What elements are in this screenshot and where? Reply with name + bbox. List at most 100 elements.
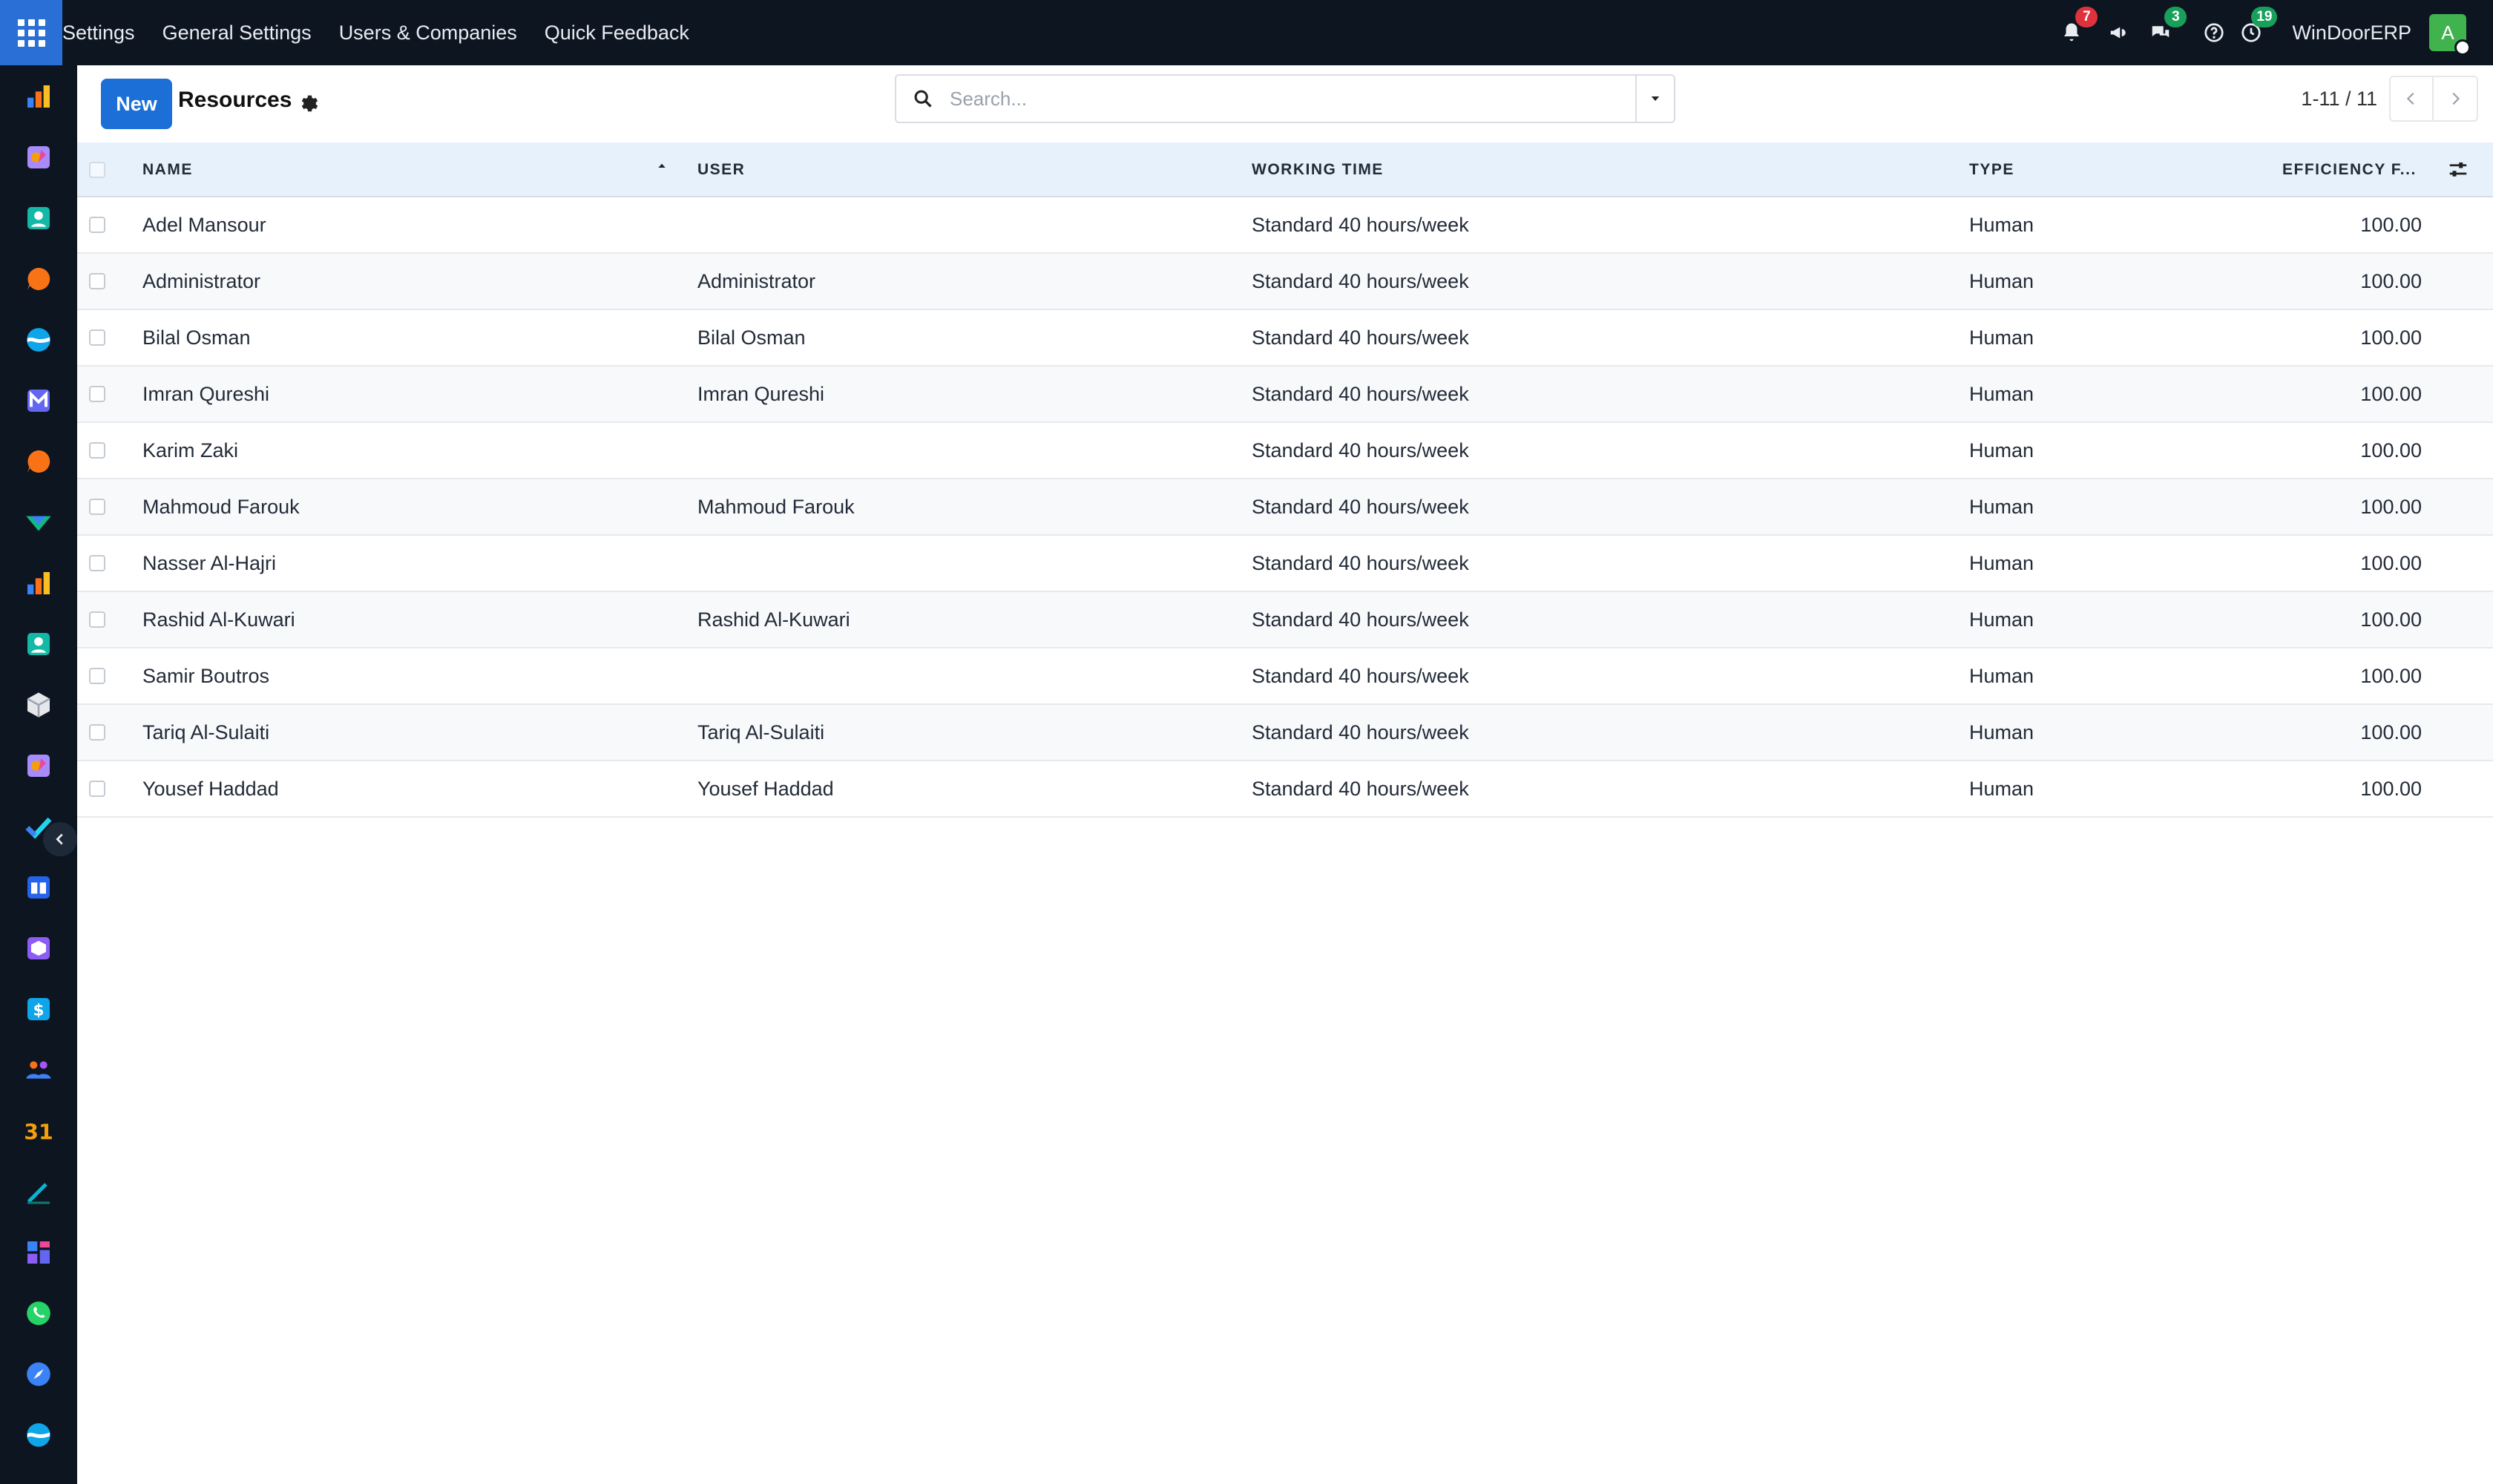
sidebar-app-4[interactable] [24, 264, 53, 294]
optional-columns-toggle[interactable] [2447, 142, 2469, 197]
sidebar-app-17[interactable] [24, 1055, 53, 1085]
paint-icon [27, 755, 50, 777]
cell-type: Human [1969, 664, 2034, 687]
new-button[interactable]: New [101, 79, 172, 129]
menu-general-settings[interactable]: General Settings [162, 22, 312, 45]
table-row[interactable]: Nasser Al-Hajri Standard 40 hours/week Hum… [77, 536, 2493, 592]
company-switcher[interactable]: WinDoorERP [2292, 22, 2411, 45]
cell-type: Human [1969, 777, 2034, 800]
row-checkbox[interactable] [89, 367, 105, 421]
help-icon [2204, 23, 2224, 42]
sidebar-app-8[interactable] [24, 508, 53, 537]
sidebar-app-2[interactable] [24, 142, 53, 172]
cell-user: Yousef Haddad [697, 777, 834, 800]
cell-name: Bilal Osman [142, 326, 251, 349]
row-checkbox[interactable] [89, 254, 105, 309]
cell-working-time: Standard 40 hours/week [1252, 777, 1469, 800]
column-header-name[interactable]: NAME [142, 142, 193, 197]
table-row[interactable]: Bilal Osman Bilal Osman Standard 40 hours/… [77, 310, 2493, 367]
sidebar-app-6[interactable] [24, 386, 53, 416]
presence-dot [2454, 39, 2471, 56]
table-row[interactable]: Rashid Al-Kuwari Rashid Al-Kuwari Standard… [77, 592, 2493, 649]
table-row[interactable]: Mahmoud Farouk Mahmoud Farouk Standard 40 … [77, 479, 2493, 536]
sidebar-app-23[interactable] [24, 1420, 53, 1450]
sidebar-app-9[interactable] [24, 568, 53, 598]
shipping-icon [26, 516, 51, 531]
sidebar-app-15[interactable] [24, 933, 53, 963]
row-checkbox[interactable] [89, 479, 105, 534]
menu-quick-feedback[interactable]: Quick Feedback [545, 22, 689, 45]
top-menu: Settings General Settings Users & Compan… [62, 0, 717, 65]
sidebar-app-21[interactable] [24, 1298, 53, 1328]
cell-type: Human [1969, 269, 2034, 292]
row-checkbox[interactable] [89, 649, 105, 703]
cell-efficiency: 100.00 [2360, 495, 2422, 518]
table-body: Adel Mansour Standard 40 hours/week Human 1… [77, 197, 2493, 818]
row-checkbox[interactable] [89, 310, 105, 365]
cell-working-time: Standard 40 hours/week [1252, 213, 1469, 236]
sidebar-app-13[interactable] [24, 812, 53, 841]
gear-icon[interactable] [297, 92, 319, 114]
cell-user: Administrator [697, 269, 816, 292]
column-header-user[interactable]: USER [697, 142, 745, 197]
help-button[interactable] [2195, 0, 2233, 65]
app-menu-button[interactable] [0, 0, 62, 65]
row-checkbox[interactable] [89, 761, 105, 816]
cell-type: Human [1969, 551, 2034, 574]
row-checkbox[interactable] [89, 197, 105, 252]
sidebar-app-10[interactable] [24, 629, 53, 659]
calendar-icon: 31 [24, 1120, 53, 1145]
cell-name: Adel Mansour [142, 213, 266, 236]
user-avatar[interactable]: A [2429, 14, 2471, 56]
row-checkbox[interactable] [89, 705, 105, 760]
cell-working-time: Standard 40 hours/week [1252, 720, 1469, 743]
sidebar-app-7[interactable] [24, 447, 53, 476]
sidebar-app-5[interactable] [24, 325, 53, 355]
menu-users-companies[interactable]: Users & Companies [339, 22, 517, 45]
pager-previous-button[interactable] [2389, 76, 2434, 122]
chevron-right-icon [2452, 92, 2460, 105]
select-all-checkbox[interactable] [89, 142, 105, 197]
table-row[interactable]: Administrator Administrator Standard 40 ho… [77, 254, 2493, 310]
table-row[interactable]: Adel Mansour Standard 40 hours/week Human 1… [77, 197, 2493, 254]
sort-ascending-icon [658, 163, 666, 168]
timer-button[interactable]: 19 [2233, 0, 2278, 65]
sidebar-app-22[interactable] [24, 1359, 53, 1389]
cell-efficiency: 100.00 [2360, 608, 2422, 631]
sidebar-app-1[interactable] [24, 82, 53, 111]
announcement-button[interactable] [2101, 0, 2138, 65]
cell-name: Karim Zaki [142, 439, 239, 462]
table-row[interactable]: Samir Boutros Standard 40 hours/week Human… [77, 649, 2493, 705]
cell-name: Yousef Haddad [142, 777, 279, 800]
column-header-efficiency[interactable]: EFFICIENCY F... [2282, 142, 2417, 197]
sidebar-app-3[interactable] [24, 203, 53, 233]
sidebar-app-11[interactable] [24, 690, 53, 720]
cell-efficiency: 100.00 [2360, 269, 2422, 292]
row-checkbox[interactable] [89, 592, 105, 647]
menu-settings[interactable]: Settings [62, 22, 135, 45]
sidebar-app-16[interactable]: $ [24, 994, 53, 1024]
table-row[interactable]: Tariq Al-Sulaiti Tariq Al-Sulaiti Standard… [77, 705, 2493, 761]
activity-bell-button[interactable]: 7 [2053, 0, 2098, 65]
search-input[interactable] [950, 87, 1635, 111]
sidebar-app-12[interactable] [24, 751, 53, 781]
apps-grid-icon [17, 19, 45, 47]
column-header-working-time[interactable]: WORKING TIME [1252, 142, 1384, 197]
sidebar-app-14[interactable] [24, 873, 53, 902]
dashboard-icon [27, 1241, 50, 1264]
pager-value[interactable]: 1-11 / 11 [2301, 88, 2377, 111]
row-checkbox[interactable] [89, 423, 105, 478]
sidebar-app-19[interactable] [24, 1177, 53, 1206]
whatsapp-icon [27, 1301, 50, 1325]
column-header-type[interactable]: TYPE [1969, 142, 2014, 197]
sidebar-app-18[interactable]: 31 [24, 1116, 53, 1146]
search-options-toggle[interactable] [1635, 76, 1674, 122]
table-row[interactable]: Karim Zaki Standard 40 hours/week Human 100… [77, 423, 2493, 479]
table-row[interactable]: Imran Qureshi Imran Qureshi Standard 40 ho… [77, 367, 2493, 423]
pager-next-button[interactable] [2434, 76, 2478, 122]
row-checkbox[interactable] [89, 536, 105, 591]
sidebar-app-20[interactable] [24, 1238, 53, 1267]
table-row[interactable]: Yousef Haddad Yousef Haddad Standard 40 ho… [77, 761, 2493, 818]
cell-name: Samir Boutros [142, 664, 270, 687]
messages-button[interactable]: 3 [2142, 0, 2187, 65]
